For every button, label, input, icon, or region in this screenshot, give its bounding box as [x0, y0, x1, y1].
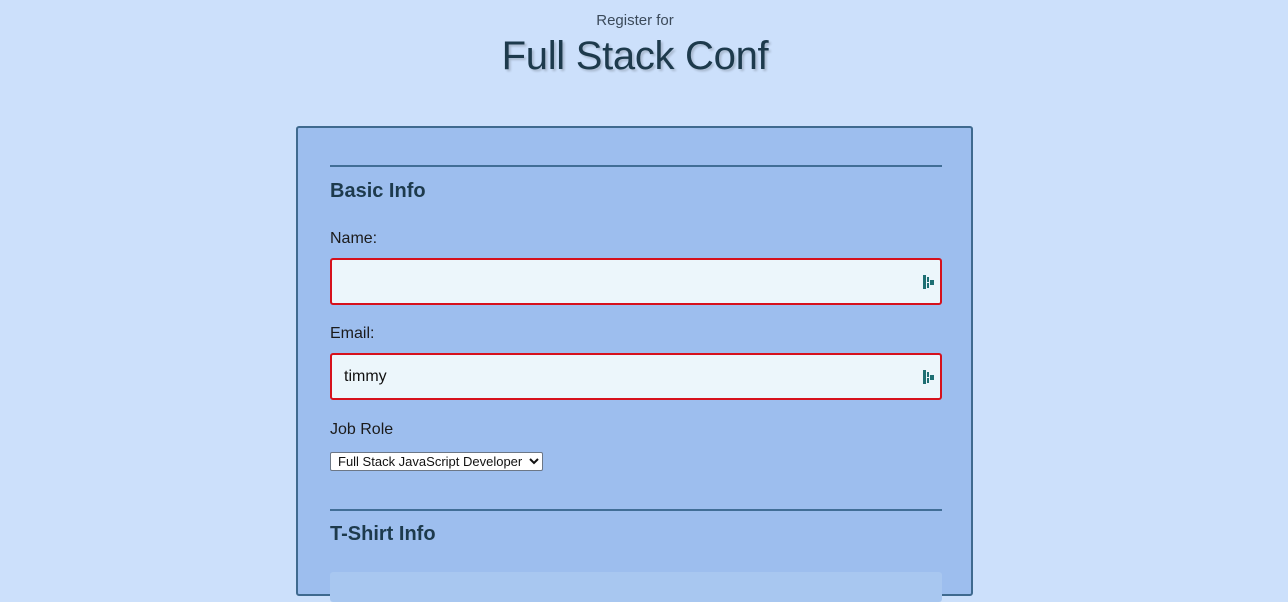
- email-label: Email:: [330, 325, 375, 342]
- name-label: Name:: [330, 230, 378, 247]
- basic-info-divider: [330, 165, 942, 167]
- page-subtitle: Register for: [596, 12, 674, 29]
- registration-form: Basic Info Name: Email: Job Role Full St…: [296, 126, 973, 602]
- job-role-label: Job Role: [330, 421, 394, 438]
- tshirt-options-container: [330, 572, 942, 602]
- autofill-key-icon[interactable]: [922, 274, 936, 290]
- email-input[interactable]: [330, 353, 942, 400]
- autofill-key-icon[interactable]: [922, 369, 936, 385]
- tshirt-info-heading: T-Shirt Info: [330, 523, 436, 545]
- basic-info-heading: Basic Info: [330, 180, 426, 202]
- tshirt-info-divider: [330, 509, 942, 511]
- name-input[interactable]: [330, 258, 942, 305]
- page-title: Full Stack Conf: [501, 34, 769, 78]
- job-role-select[interactable]: Full Stack JavaScript Developer: [330, 452, 543, 471]
